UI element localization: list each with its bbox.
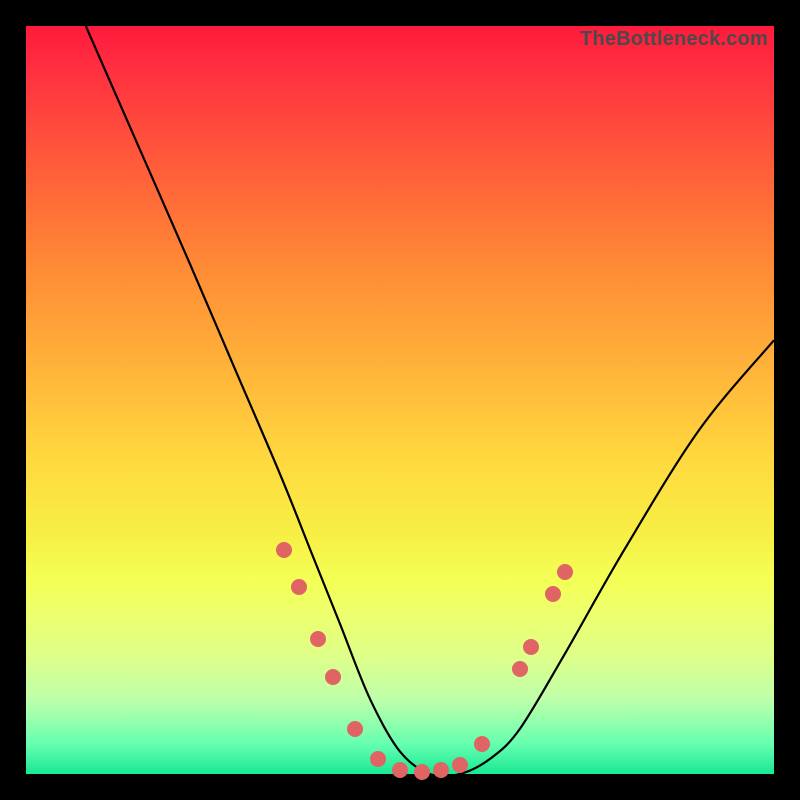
marker-dot — [557, 564, 573, 580]
marker-dot — [325, 669, 341, 685]
marker-dot — [523, 639, 539, 655]
marker-dot — [433, 762, 449, 778]
watermark-text: TheBottleneck.com — [580, 28, 768, 51]
marker-dot — [276, 542, 292, 558]
marker-dot — [392, 762, 408, 778]
marker-dot — [310, 631, 326, 647]
marker-dot — [370, 751, 386, 767]
marker-dot — [414, 764, 430, 780]
chart-frame: TheBottleneck.com — [26, 26, 774, 774]
marker-dot — [452, 757, 468, 773]
curve-svg — [26, 26, 774, 774]
marker-dot — [291, 579, 307, 595]
marker-dot — [512, 661, 528, 677]
bottleneck-curve — [86, 26, 774, 774]
